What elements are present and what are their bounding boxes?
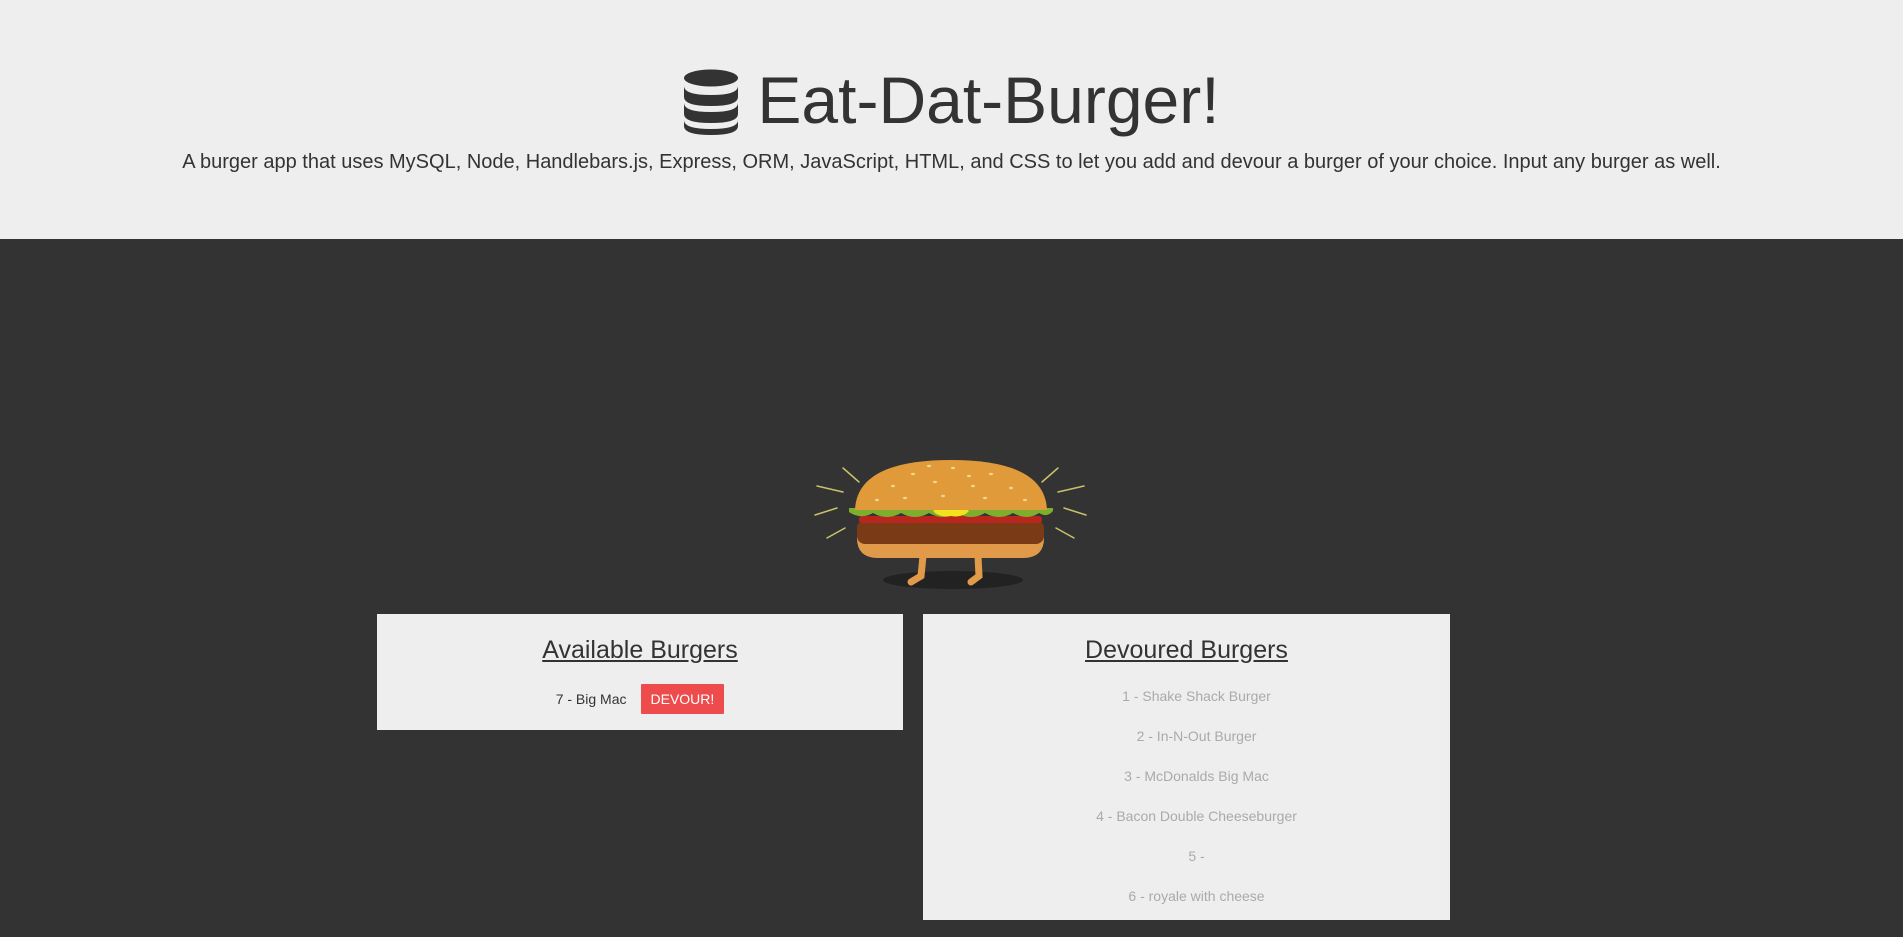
title-row: Eat-Dat-Burger! [0, 60, 1903, 140]
burger-illustration [814, 460, 1087, 589]
available-burgers-heading: Available Burgers [542, 636, 738, 664]
devoured-burgers-panel: Devoured Burgers 1 - Shake Shack Burger … [923, 614, 1450, 920]
devour-button[interactable]: DEVOUR! [640, 684, 725, 714]
burger-name: 7 - Big Mac [555, 691, 627, 707]
list-item: 1 - Shake Shack Burger [1122, 688, 1271, 704]
list-item: 4 - Bacon Double Cheeseburger [1096, 808, 1297, 824]
list-item: 3 - McDonalds Big Mac [1124, 768, 1269, 784]
devoured-burgers-heading: Devoured Burgers [1085, 636, 1288, 664]
header: Eat-Dat-Burger! A burger app that uses M… [0, 0, 1903, 239]
list-item: 5 - [1188, 848, 1205, 864]
app-description: A burger app that uses MySQL, Node, Hand… [182, 151, 1721, 173]
list-item: 6 - royale with cheese [1128, 888, 1265, 904]
devoured-list: 1 - Shake Shack Burger 2 - In-N-Out Burg… [923, 676, 1450, 916]
page-title: Eat-Dat-Burger! [757, 63, 1220, 137]
available-burgers-panel: Available Burgers 7 - Big Mac DEVOUR! [377, 614, 903, 730]
list-item: 7 - Big Mac DEVOUR! [377, 684, 903, 714]
list-item: 2 - In-N-Out Burger [1136, 728, 1257, 744]
database-icon [684, 69, 739, 135]
